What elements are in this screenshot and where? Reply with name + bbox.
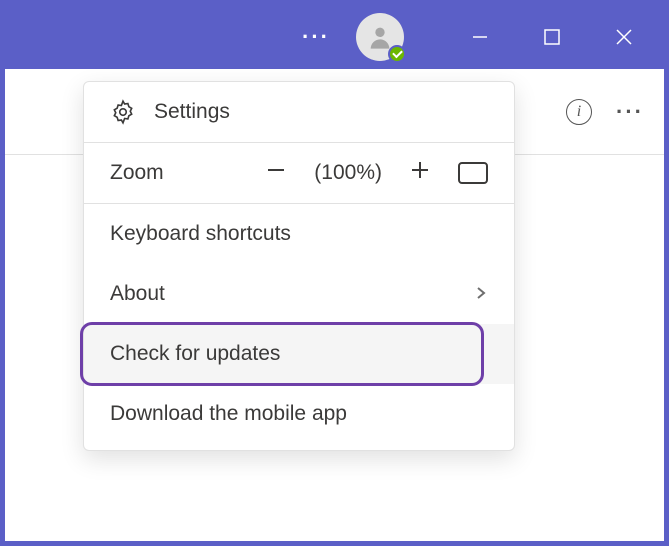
- info-icon[interactable]: i: [566, 99, 592, 125]
- zoom-value: (100%): [314, 161, 382, 185]
- menu-label-settings: Settings: [154, 100, 230, 124]
- menu-item-check-updates[interactable]: Check for updates: [84, 324, 514, 384]
- zoom-label: Zoom: [110, 161, 164, 185]
- chevron-right-icon: [474, 282, 488, 306]
- maximize-button[interactable]: [520, 5, 584, 69]
- fullscreen-icon[interactable]: [458, 162, 488, 184]
- settings-dropdown: Settings Zoom (100%) Keyboard shortcuts …: [83, 81, 515, 451]
- menu-item-zoom: Zoom (100%): [84, 143, 514, 203]
- title-bar: ···: [5, 5, 664, 69]
- menu-label-download-mobile: Download the mobile app: [110, 402, 347, 426]
- content-area: i ··· Settings Zoom (100%): [5, 69, 664, 541]
- menu-item-settings[interactable]: Settings: [84, 82, 514, 142]
- zoom-out-button[interactable]: [266, 160, 286, 186]
- menu-item-about[interactable]: About: [84, 264, 514, 324]
- avatar[interactable]: [356, 13, 404, 61]
- zoom-in-button[interactable]: [410, 160, 430, 186]
- titlebar-more-icon[interactable]: ···: [302, 24, 330, 50]
- menu-item-download-mobile[interactable]: Download the mobile app: [84, 384, 514, 444]
- toolbar-more-icon[interactable]: ···: [616, 99, 644, 125]
- menu-item-keyboard-shortcuts[interactable]: Keyboard shortcuts: [84, 204, 514, 264]
- gear-icon: [110, 99, 136, 125]
- minimize-button[interactable]: [448, 5, 512, 69]
- menu-label-keyboard-shortcuts: Keyboard shortcuts: [110, 222, 291, 246]
- presence-available-icon: [388, 45, 406, 63]
- menu-label-check-updates: Check for updates: [110, 342, 280, 366]
- close-button[interactable]: [592, 5, 656, 69]
- menu-label-about: About: [110, 282, 165, 306]
